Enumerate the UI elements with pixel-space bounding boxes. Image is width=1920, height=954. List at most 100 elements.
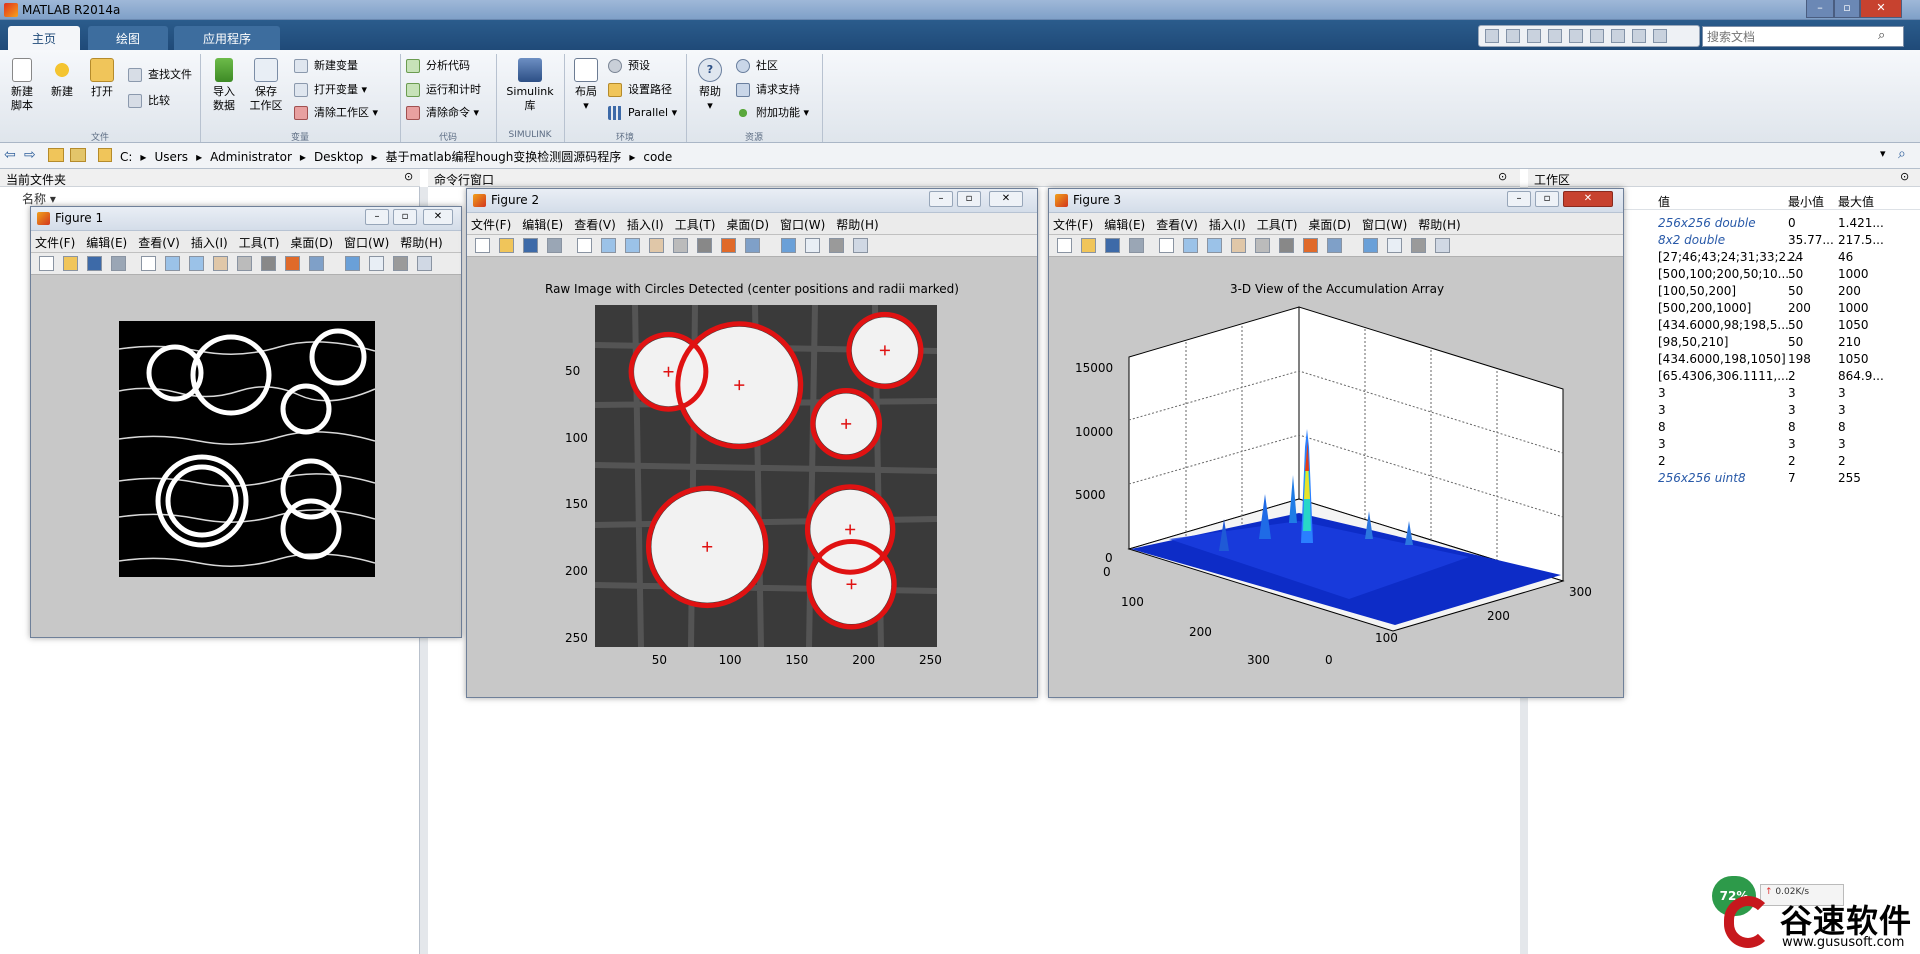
open-file-icon[interactable] xyxy=(499,238,514,253)
show-plot-tools-icon[interactable] xyxy=(853,238,868,253)
new-script-button[interactable]: 新建 脚本 xyxy=(6,58,38,113)
minimize-button[interactable]: – xyxy=(365,209,389,225)
minimize-button[interactable]: – xyxy=(1507,191,1531,207)
breadcrumb-item[interactable]: Administrator xyxy=(210,150,292,164)
new-figure-icon[interactable] xyxy=(39,256,54,271)
link-icon[interactable] xyxy=(1327,238,1342,253)
search-docs-input[interactable] xyxy=(1702,26,1904,47)
set-path-button[interactable]: 设置路径 xyxy=(608,81,672,99)
tab-plots[interactable]: 绘图 xyxy=(88,26,168,50)
menu-desktop[interactable]: 桌面(D) xyxy=(726,218,769,232)
value-column-header[interactable]: 值 xyxy=(1658,193,1670,210)
clear-workspace-button[interactable]: 清除工作区 ▾ xyxy=(294,104,378,122)
rotate-icon[interactable] xyxy=(673,238,688,253)
colorbar-icon[interactable] xyxy=(781,238,796,253)
preferences-button[interactable]: 预设 xyxy=(608,57,650,75)
up-folder-icon[interactable] xyxy=(48,148,64,162)
find-files-button[interactable]: 查找文件 xyxy=(128,66,192,84)
pointer-icon[interactable] xyxy=(1159,238,1174,253)
rotate-icon[interactable] xyxy=(1255,238,1270,253)
menu-file[interactable]: 文件(F) xyxy=(471,218,511,232)
back-arrow-icon[interactable]: ⇦ xyxy=(4,147,16,163)
save-icon[interactable] xyxy=(1105,238,1120,253)
new-figure-icon[interactable] xyxy=(475,238,490,253)
link-icon[interactable] xyxy=(309,256,324,271)
menu-window[interactable]: 窗口(W) xyxy=(344,236,389,250)
breadcrumb-item[interactable]: Desktop xyxy=(314,150,364,164)
tab-apps[interactable]: 应用程序 xyxy=(174,26,280,50)
close-button[interactable]: ✕ xyxy=(423,209,453,225)
pan-icon[interactable] xyxy=(1231,238,1246,253)
zoom-out-icon[interactable] xyxy=(625,238,640,253)
search-icon[interactable]: ⌕ xyxy=(1878,28,1885,43)
run-and-time-button[interactable]: 运行和计时 xyxy=(406,81,481,99)
pane-menu-icon[interactable]: ⊙ xyxy=(404,170,413,183)
pointer-icon[interactable] xyxy=(577,238,592,253)
help-icon[interactable] xyxy=(1632,29,1646,43)
close-button[interactable]: ✕ xyxy=(1563,191,1613,207)
legend-icon[interactable] xyxy=(369,256,384,271)
dropdown-icon[interactable] xyxy=(1653,29,1667,43)
forward-arrow-icon[interactable]: ⇨ xyxy=(24,147,36,163)
maximize-button[interactable]: ▫ xyxy=(957,191,981,207)
breadcrumb-item[interactable]: C: xyxy=(120,150,132,164)
maximize-button[interactable]: ▫ xyxy=(393,209,417,225)
menu-view[interactable]: 查看(V) xyxy=(138,236,180,250)
save-icon[interactable] xyxy=(87,256,102,271)
analyze-code-button[interactable]: 分析代码 xyxy=(406,57,470,75)
open-file-icon[interactable] xyxy=(1081,238,1096,253)
new-variable-button[interactable]: 新建变量 xyxy=(294,57,358,75)
save-icon[interactable] xyxy=(523,238,538,253)
menu-tools[interactable]: 工具(T) xyxy=(1257,218,1298,232)
clear-commands-button[interactable]: 清除命令 ▾ xyxy=(406,104,479,122)
show-plot-tools-icon[interactable] xyxy=(1435,238,1450,253)
help-button[interactable]: ? 帮助 ▾ xyxy=(692,58,728,113)
data-cursor-icon[interactable] xyxy=(697,238,712,253)
close-button[interactable]: ✕ xyxy=(989,191,1023,207)
pan-icon[interactable] xyxy=(649,238,664,253)
min-column-header[interactable]: 最小值 xyxy=(1788,193,1824,210)
hide-plot-tools-icon[interactable] xyxy=(393,256,408,271)
figure-1-window[interactable]: Figure 1 – ▫ ✕ 文件(F) 编辑(E) 查看(V) 插入(I) 工具(T)… xyxy=(30,206,462,638)
zoom-in-icon[interactable] xyxy=(1183,238,1198,253)
menu-help[interactable]: 帮助(H) xyxy=(1418,218,1460,232)
paste-icon[interactable] xyxy=(1548,29,1562,43)
legend-icon[interactable] xyxy=(805,238,820,253)
open-button[interactable]: 打开 xyxy=(86,58,118,99)
save-workspace-button[interactable]: 保存 工作区 xyxy=(246,58,286,113)
addons-button[interactable]: 附加功能 ▾ xyxy=(736,104,809,122)
layout-button[interactable]: 布局 ▾ xyxy=(568,58,604,113)
menu-window[interactable]: 窗口(W) xyxy=(1362,218,1407,232)
minimize-button[interactable]: – xyxy=(1806,0,1834,18)
menu-file[interactable]: 文件(F) xyxy=(1053,218,1093,232)
parallel-button[interactable]: Parallel ▾ xyxy=(608,104,677,122)
menu-desktop[interactable]: 桌面(D) xyxy=(1308,218,1351,232)
data-cursor-icon[interactable] xyxy=(1279,238,1294,253)
link-icon[interactable] xyxy=(745,238,760,253)
cut-icon[interactable] xyxy=(1506,29,1520,43)
open-file-icon[interactable] xyxy=(63,256,78,271)
menu-help[interactable]: 帮助(H) xyxy=(400,236,442,250)
max-column-header[interactable]: 最大值 xyxy=(1838,193,1874,210)
brush-icon[interactable] xyxy=(721,238,736,253)
hide-plot-tools-icon[interactable] xyxy=(1411,238,1426,253)
tab-home[interactable]: 主页 xyxy=(8,26,80,50)
minimize-button[interactable]: – xyxy=(929,191,953,207)
menu-insert[interactable]: 插入(I) xyxy=(1209,218,1246,232)
request-support-button[interactable]: 请求支持 xyxy=(736,81,800,99)
menu-insert[interactable]: 插入(I) xyxy=(627,218,664,232)
figure-2-window[interactable]: Figure 2 – ▫ ✕ 文件(F) 编辑(E) 查看(V) 插入(I) 工具(T)… xyxy=(466,188,1038,698)
print-icon[interactable] xyxy=(547,238,562,253)
menu-edit[interactable]: 编辑(E) xyxy=(86,236,127,250)
menu-tools[interactable]: 工具(T) xyxy=(239,236,280,250)
print-icon[interactable] xyxy=(1129,238,1144,253)
close-button[interactable]: ✕ xyxy=(1860,0,1902,18)
menu-help[interactable]: 帮助(H) xyxy=(836,218,878,232)
hide-plot-tools-icon[interactable] xyxy=(829,238,844,253)
menu-desktop[interactable]: 桌面(D) xyxy=(290,236,333,250)
maximize-button[interactable]: ▫ xyxy=(1535,191,1559,207)
import-data-button[interactable]: 导入 数据 xyxy=(208,58,240,113)
open-variable-button[interactable]: 打开变量 ▾ xyxy=(294,81,367,99)
data-cursor-icon[interactable] xyxy=(261,256,276,271)
menu-file[interactable]: 文件(F) xyxy=(35,236,75,250)
